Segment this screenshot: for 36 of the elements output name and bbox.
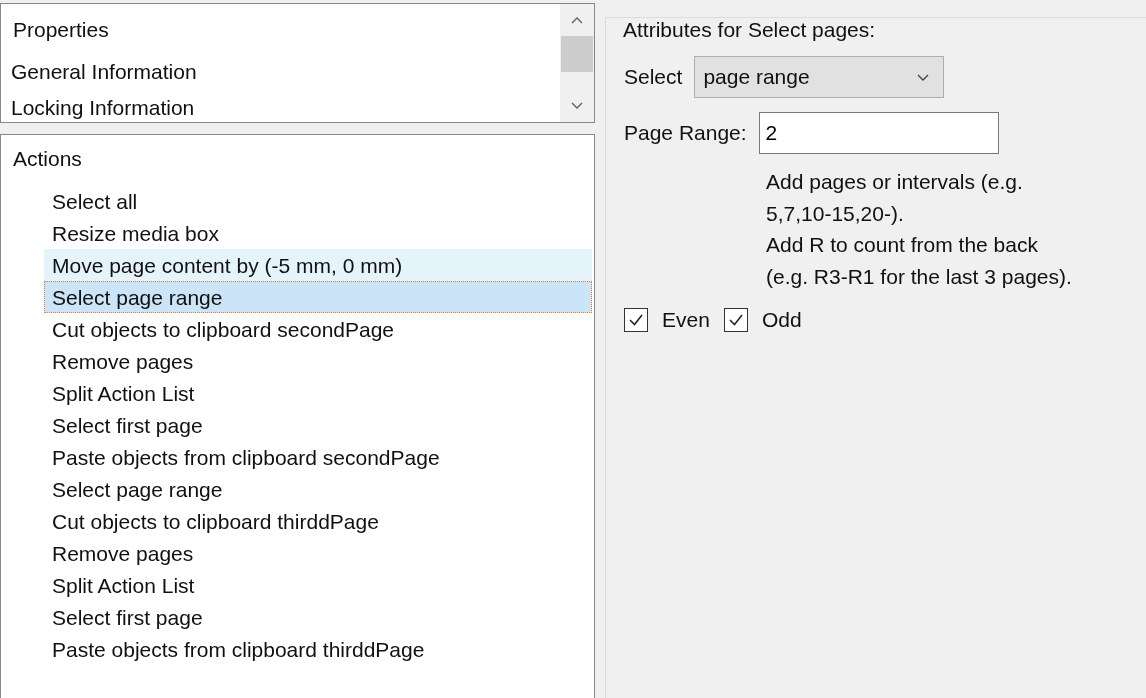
action-item[interactable]: Cut objects to clipboard secondPage bbox=[44, 313, 592, 345]
action-item[interactable]: Select first page bbox=[44, 601, 592, 633]
list-item[interactable]: General Information bbox=[1, 54, 560, 90]
list-header: Actions bbox=[12, 147, 83, 172]
action-item[interactable]: Select all bbox=[44, 185, 592, 217]
scroll-down-icon[interactable] bbox=[571, 102, 583, 110]
action-item[interactable]: Paste objects from clipboard secondPage bbox=[44, 441, 592, 473]
help-text: 5,7,10-15,20-). bbox=[766, 200, 905, 227]
action-item[interactable]: Select page range bbox=[44, 473, 592, 505]
help-text: Add pages or intervals (e.g. bbox=[766, 169, 1024, 195]
help-text: (e.g. R3-R1 for the last 3 pages). bbox=[766, 263, 1073, 290]
list-header: Properties bbox=[12, 17, 110, 43]
scroll-up-icon[interactable] bbox=[571, 16, 583, 24]
list-item[interactable]: Locking Information bbox=[1, 90, 560, 122]
scrollbar[interactable] bbox=[560, 4, 594, 122]
action-item[interactable]: Cut objects to clipboard thirddPage bbox=[44, 505, 592, 537]
page-range-field[interactable]: 2 bbox=[758, 112, 999, 154]
checkbox[interactable] bbox=[624, 308, 648, 332]
page-selection-dropdown[interactable]: page range bbox=[694, 56, 945, 98]
help-text: Add R to count from the back bbox=[766, 232, 1039, 258]
action-item[interactable]: Select page range bbox=[44, 281, 592, 313]
action-item[interactable]: Move page content by (-5 mm, 0 mm) bbox=[44, 249, 592, 281]
action-item[interactable]: Remove pages bbox=[44, 537, 592, 569]
action-item[interactable]: Split Action List bbox=[44, 569, 592, 601]
checkbox-label: Odd bbox=[761, 308, 802, 332]
action-item[interactable]: Paste objects from clipboard thirddPage bbox=[44, 633, 592, 665]
action-item[interactable]: Select first page bbox=[44, 409, 592, 441]
action-item[interactable]: Split Action List bbox=[44, 377, 592, 409]
action-item[interactable]: Resize media box bbox=[44, 217, 592, 249]
chevron-down-icon bbox=[917, 73, 930, 81]
select-label: Select bbox=[624, 65, 683, 89]
checkbox-label: Even bbox=[662, 308, 710, 332]
scroll-thumb[interactable] bbox=[561, 36, 593, 72]
checkbox[interactable] bbox=[723, 308, 748, 332]
page-range-label: Page Range: bbox=[624, 121, 747, 145]
action-item[interactable]: Remove pages bbox=[44, 345, 592, 377]
